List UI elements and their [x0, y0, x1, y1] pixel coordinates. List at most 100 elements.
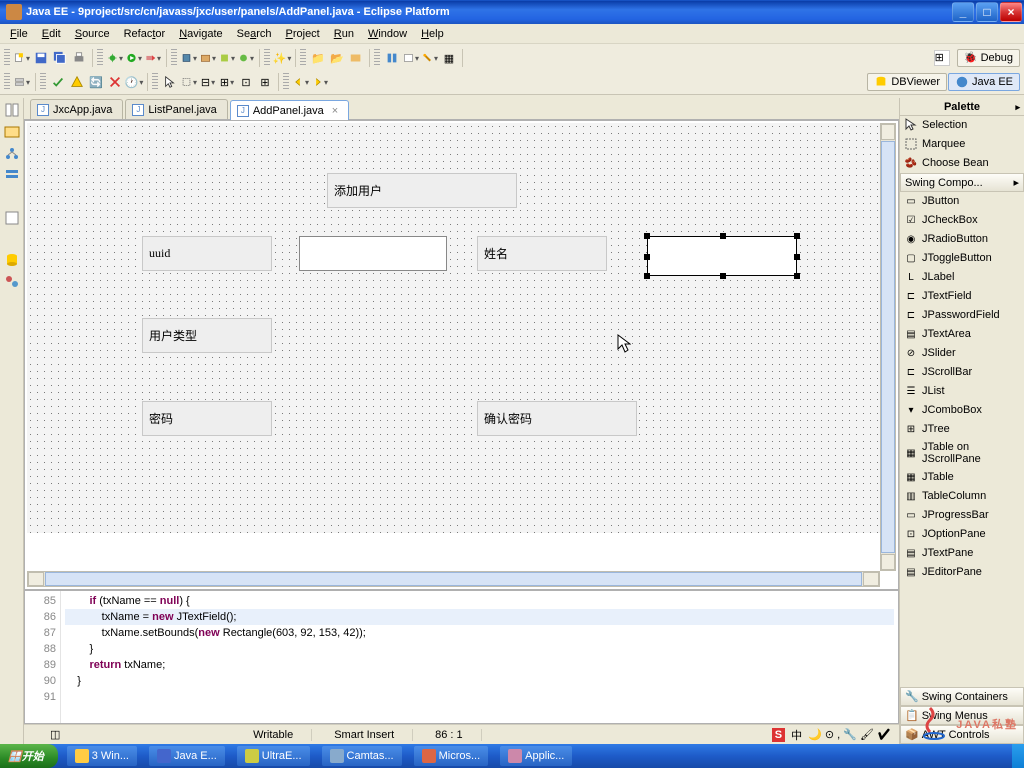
start-button[interactable]: 🪟 开始 [0, 744, 58, 768]
servers-button[interactable] [13, 73, 31, 91]
new-wizard-button[interactable] [218, 49, 236, 67]
palette-jtextpane[interactable]: ▤JTextPane [900, 544, 1024, 563]
db-icon[interactable] [4, 252, 20, 268]
palette-jpasswordfield[interactable]: ⊏JPasswordField [900, 306, 1024, 325]
label-uuid[interactable]: uuid [142, 236, 272, 271]
vertical-scrollbar[interactable] [880, 123, 896, 571]
palette-jtree[interactable]: ⊞JTree [900, 420, 1024, 439]
task-explorer[interactable]: 3 Win... [67, 746, 137, 766]
new-package-button[interactable] [199, 49, 217, 67]
marquee-button[interactable] [180, 73, 198, 91]
minimize-button[interactable]: _ [952, 2, 974, 22]
run-button[interactable] [125, 49, 143, 67]
palette-jcheckbox[interactable]: ☑JCheckBox [900, 211, 1024, 230]
menu-project[interactable]: Project [280, 26, 326, 42]
source-editor[interactable]: 85868788899091 if (txName == null) { txN… [24, 590, 899, 724]
save-all-button[interactable] [51, 49, 69, 67]
palette-tablecolumn[interactable]: ▥TableColumn [900, 487, 1024, 506]
palette-group-awt[interactable]: 📦AWT Controls [900, 725, 1024, 744]
stop-button[interactable] [106, 73, 124, 91]
history-button[interactable]: 🕐 [125, 73, 143, 91]
tab-addpanel[interactable]: JAddPanel.java× [230, 100, 349, 120]
toolbar-grip[interactable] [97, 49, 103, 67]
debug-button[interactable] [106, 49, 124, 67]
new-button[interactable] [13, 49, 31, 67]
folder-button[interactable]: 📁 [309, 49, 327, 67]
design-canvas[interactable]: 添加用户 uuid 姓名 用户类型 密码 确认密码 [27, 123, 880, 533]
refresh-button[interactable]: 🔄 [87, 73, 105, 91]
maximize-button[interactable]: □ [976, 2, 998, 22]
palette-group-swing-components[interactable]: Swing Compo...▸ [900, 173, 1024, 192]
warn-button[interactable] [68, 73, 86, 91]
beans-icon[interactable] [4, 274, 20, 290]
wizard-button[interactable]: ✨ [273, 49, 291, 67]
palette-marquee[interactable]: Marquee [900, 135, 1024, 154]
label-name[interactable]: 姓名 [477, 236, 607, 271]
back-button[interactable] [292, 73, 310, 91]
menu-navigate[interactable]: Navigate [173, 26, 228, 42]
menu-file[interactable]: File [4, 26, 34, 42]
perspective-javaee[interactable]: Java EE [948, 73, 1020, 91]
palette-jbutton[interactable]: ▭JButton [900, 192, 1024, 211]
palette-jcombobox[interactable]: ▾JComboBox [900, 401, 1024, 420]
label-title[interactable]: 添加用户 [327, 173, 517, 208]
palette-jslider[interactable]: ⊘JSlider [900, 344, 1024, 363]
perspective-dbviewer[interactable]: DBViewer [867, 73, 947, 91]
palette-jprogressbar[interactable]: ▭JProgressBar [900, 506, 1024, 525]
palette-jlist[interactable]: ☰JList [900, 382, 1024, 401]
palette-title[interactable]: Palette [900, 98, 1024, 116]
project-explorer-icon[interactable] [4, 124, 20, 140]
palette-jtextarea[interactable]: ▤JTextArea [900, 325, 1024, 344]
close-button[interactable]: × [1000, 2, 1022, 22]
align2-button[interactable]: ⊞ [218, 73, 236, 91]
palette-jtextfield[interactable]: ⊏JTextField [900, 287, 1024, 306]
toolbar-grip[interactable] [4, 49, 10, 67]
label-usertype[interactable]: 用户类型 [142, 318, 272, 353]
toggle-button[interactable] [383, 49, 401, 67]
menu-window[interactable]: Window [362, 26, 413, 42]
system-tray[interactable] [1012, 744, 1024, 768]
overview-icon[interactable]: ◫ [32, 728, 68, 741]
ext-button[interactable] [347, 49, 365, 67]
save-button[interactable] [32, 49, 50, 67]
open-button[interactable]: 📂 [328, 49, 346, 67]
align-button[interactable]: ⊟ [199, 73, 217, 91]
close-tab-icon[interactable]: × [332, 105, 338, 117]
task-application[interactable]: Applic... [500, 746, 572, 766]
task-powerpoint[interactable]: Micros... [414, 746, 489, 766]
palette-jtogglebutton[interactable]: ▢JToggleButton [900, 249, 1024, 268]
grid-button[interactable]: ⊡ [237, 73, 255, 91]
hierarchy-icon[interactable] [4, 146, 20, 162]
menu-refactor[interactable]: Refactor [118, 26, 172, 42]
perspective-debug[interactable]: 🐞Debug [957, 49, 1020, 67]
task-camtasia[interactable]: Camtas... [322, 746, 402, 766]
view-icon[interactable] [4, 210, 20, 226]
navigator-icon[interactable] [4, 168, 20, 184]
palette-jradiobutton[interactable]: ◉JRadioButton [900, 230, 1024, 249]
new-class-button[interactable] [237, 49, 255, 67]
menu-help[interactable]: Help [415, 26, 450, 42]
task-ultraedit[interactable]: UltraE... [237, 746, 310, 766]
palette-group-swing-menus[interactable]: 📋Swing Menus [900, 706, 1024, 725]
fwd-button[interactable] [311, 73, 329, 91]
label-password[interactable]: 密码 [142, 401, 272, 436]
horizontal-scrollbar[interactable] [27, 571, 880, 587]
palette-jtable-on-jscrollpane[interactable]: ▦JTable onJScrollPane [900, 439, 1024, 468]
ime-indicator[interactable]: S [772, 728, 785, 742]
restore-view-icon[interactable] [4, 102, 20, 118]
select-button[interactable] [161, 73, 179, 91]
palette-jeditorpane[interactable]: ▤JEditorPane [900, 563, 1024, 582]
textfield-name-selected[interactable] [647, 236, 797, 276]
menu-source[interactable]: Source [69, 26, 116, 42]
grid2-button[interactable]: ⊞ [256, 73, 274, 91]
palette-choose-bean[interactable]: 🫘Choose Bean [900, 154, 1024, 173]
palette-group-swing-containers[interactable]: 🔧Swing Containers [900, 687, 1024, 706]
menu-run[interactable]: Run [328, 26, 360, 42]
menu-edit[interactable]: Edit [36, 26, 67, 42]
palette-joptionpane[interactable]: ⊡JOptionPane [900, 525, 1024, 544]
palette-jlabel[interactable]: LJLabel [900, 268, 1024, 287]
tab-listpanel[interactable]: JListPanel.java [125, 99, 228, 119]
textfield-uuid[interactable] [299, 236, 447, 271]
perspective-switch-button[interactable]: ⊞ [934, 50, 950, 66]
open-task-button[interactable] [402, 49, 420, 67]
